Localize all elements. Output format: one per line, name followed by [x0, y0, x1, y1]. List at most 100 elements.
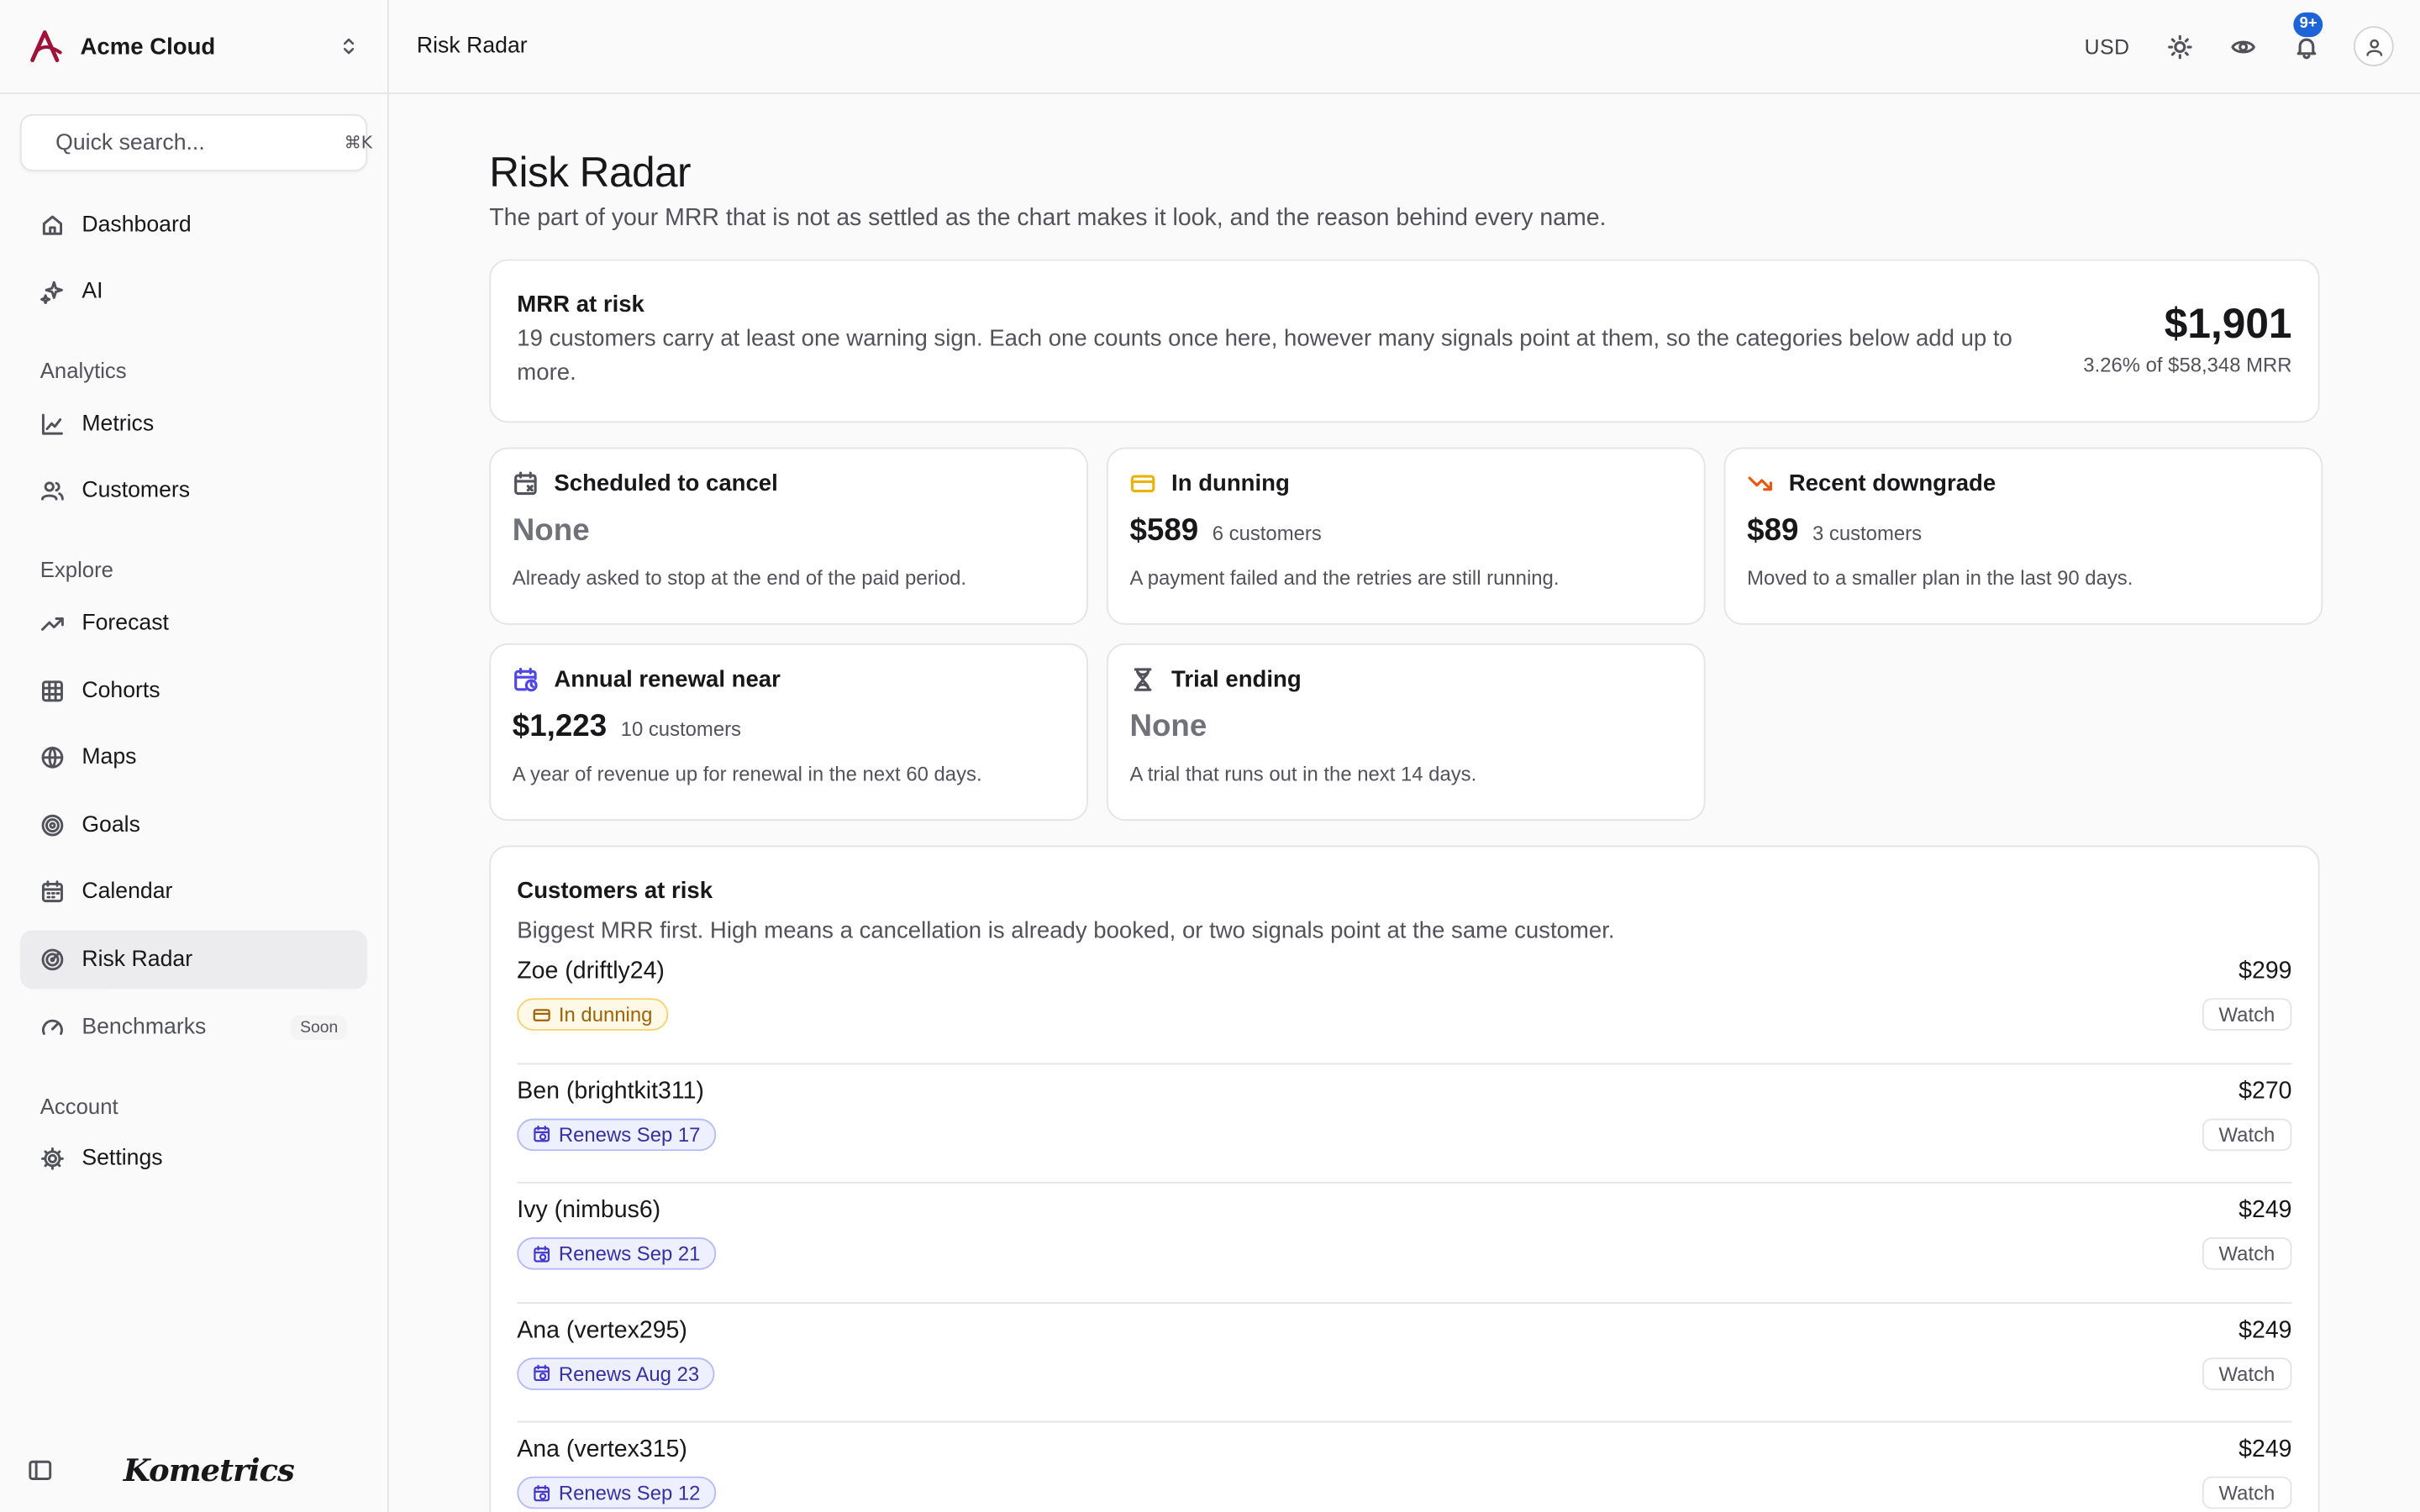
privacy-toggle-button[interactable] [2227, 31, 2258, 62]
category-title: In dunning [1171, 470, 1290, 497]
nav-section-analytics: Analytics [39, 358, 127, 383]
target-icon [41, 814, 64, 837]
sidebar-item-metrics[interactable]: Metrics [20, 395, 367, 454]
watch-button[interactable]: Watch [2202, 1357, 2292, 1389]
currency-selector[interactable]: USD [2085, 34, 2130, 58]
sidebar-item-goals[interactable]: Goals [20, 795, 367, 854]
risk-tag: Renews Sep 12 [517, 1476, 716, 1509]
soon-badge: Soon [291, 1014, 348, 1040]
sidebar-item-forecast[interactable]: Forecast [20, 594, 367, 653]
category-title: Scheduled to cancel [554, 470, 778, 497]
category-value: $589 [1129, 513, 1199, 549]
notification-badge: 9+ [2293, 12, 2323, 38]
search-input[interactable] [55, 130, 345, 155]
watch-button[interactable]: Watch [2202, 1237, 2292, 1270]
user-icon [2365, 38, 2382, 55]
sidebar-item-label: Cohorts [82, 678, 160, 703]
risk-tag: Renews Aug 23 [517, 1357, 715, 1389]
category-title: Recent downgrade [1788, 470, 1996, 497]
calendar-icon [41, 880, 63, 903]
sidebar-nav: Dashboard AI Analytics Metrics Customers… [0, 171, 387, 1189]
sidebar-item-cohorts[interactable]: Cohorts [20, 661, 367, 720]
risk-tag: Renews Sep 21 [517, 1237, 716, 1270]
risk-tag-label: Renews Sep 12 [558, 1481, 701, 1504]
credit-card-icon [533, 1008, 550, 1021]
customer-mrr: $270 [2238, 1077, 2292, 1105]
sidebar-item-label: Maps [82, 745, 137, 770]
sidebar-item-label: Forecast [82, 611, 169, 636]
category-description: A trial that runs out in the next 14 day… [1129, 762, 1477, 785]
list-title: Customers at risk [517, 878, 713, 905]
category-card-annual-renewal-near[interactable]: Annual renewal near $1,223 10 customers … [489, 643, 1088, 822]
users-icon [41, 482, 64, 501]
sparkles-icon [40, 281, 63, 305]
category-card-trial-ending[interactable]: Trial ending None A trial that runs out … [1106, 643, 1706, 822]
table-row[interactable]: Ana (vertex315) Renews Sep 12 $249 Watch [517, 1422, 2292, 1512]
customers-at-risk-card: Customers at risk Biggest MRR first. Hig… [489, 845, 2320, 1512]
category-card-recent-downgrade[interactable]: Recent downgrade $89 3 customers Moved t… [1723, 447, 2323, 625]
customer-name[interactable]: Zoe (driftly24) [517, 958, 668, 986]
customer-mrr: $249 [2238, 1316, 2292, 1343]
table-row[interactable]: Ben (brightkit311) Renews Sep 17 $270 Wa… [517, 1063, 2292, 1184]
customer-mrr: $249 [2238, 1436, 2292, 1463]
top-actions: USD 9+ [2085, 12, 2394, 66]
category-description: Already asked to stop at the end of the … [512, 566, 967, 590]
quick-search[interactable]: ⌘K [19, 113, 372, 171]
sidebar-item-dashboard[interactable]: Dashboard [20, 196, 367, 255]
category-card-in-dunning[interactable]: In dunning $589 6 customers A payment fa… [1106, 447, 1706, 625]
sidebar-item-ai[interactable]: AI [20, 263, 367, 322]
sun-icon [2167, 34, 2191, 59]
category-card-scheduled-to-cancel[interactable]: Scheduled to cancel None Already asked t… [489, 447, 1088, 625]
notifications-button[interactable]: 9+ [2291, 12, 2323, 62]
watch-button[interactable]: Watch [2202, 1476, 2292, 1509]
sidebar-item-label: Risk Radar [82, 947, 193, 973]
sidebar-item-calendar[interactable]: Calendar [20, 863, 367, 921]
list-description: Biggest MRR first. High means a cancella… [517, 917, 1615, 945]
sidebar-item-label: Settings [82, 1146, 163, 1172]
risk-tag-label: Renews Aug 23 [558, 1361, 700, 1385]
table-row[interactable]: Zoe (driftly24) In dunning $299 Watch [517, 944, 2292, 1064]
sidebar-item-customers[interactable]: Customers [20, 462, 367, 521]
table-row[interactable]: Ivy (nimbus6) Renews Sep 21 $249 Watch [517, 1184, 2292, 1304]
sidebar-item-risk-radar[interactable]: Risk Radar [19, 930, 368, 990]
sidebar-item-label: Calendar [82, 879, 173, 905]
sidebar-item-label: Benchmarks [82, 1014, 207, 1040]
category-description: Moved to a smaller plan in the last 90 d… [1747, 566, 2133, 590]
customer-name[interactable]: Ana (vertex315) [517, 1436, 716, 1464]
sidebar-item-maps[interactable]: Maps [20, 728, 367, 787]
theme-toggle-button[interactable] [2164, 31, 2195, 62]
chevron-up-down-icon [343, 38, 355, 55]
table-row[interactable]: Ana (vertex295) Renews Aug 23 $249 Watch [517, 1303, 2292, 1423]
calendar-x-icon [514, 471, 537, 496]
trending-up-icon [41, 617, 64, 631]
org-switcher[interactable]: Acme Cloud [0, 0, 388, 95]
main-area: Risk Radar USD 9+ Risk Radar The part of… [388, 0, 2420, 1512]
page-subtitle: The part of your MRR that is not as sett… [489, 205, 1607, 232]
acme-logo-icon [30, 30, 62, 63]
summary-description: 19 customers carry at least one warning … [517, 325, 2012, 386]
watch-button[interactable]: Watch [2202, 1117, 2292, 1151]
calendar-clock-icon [534, 1125, 550, 1142]
sidebar-item-settings[interactable]: Settings [20, 1130, 367, 1189]
sidebar-item-label: Goals [82, 812, 140, 837]
sidebar-toggle-icon[interactable] [28, 1458, 52, 1483]
radar-icon [41, 948, 64, 971]
customer-name[interactable]: Ivy (nimbus6) [517, 1197, 716, 1225]
risk-tag-label: Renews Sep 21 [558, 1242, 701, 1266]
category-value: $89 [1747, 513, 1799, 549]
nav-section-account: Account [39, 1093, 118, 1118]
risk-categories: Scheduled to cancel None Already asked t… [489, 447, 2323, 822]
customer-name[interactable]: Ana (vertex295) [517, 1317, 714, 1345]
customer-name[interactable]: Ben (brightkit311) [517, 1078, 716, 1105]
risk-tag-label: In dunning [558, 1002, 653, 1026]
mrr-at-risk-value: $1,901 [2164, 301, 2292, 348]
risk-tag: In dunning [517, 998, 668, 1031]
category-count: 3 customers [1812, 521, 1923, 545]
calendar-clock-icon [534, 1245, 550, 1262]
summary-title: MRR at risk [517, 291, 644, 318]
globe-icon [41, 747, 64, 769]
sidebar-item-benchmarks[interactable]: Benchmarks Soon [20, 997, 367, 1056]
category-title: Trial ending [1171, 666, 1302, 693]
avatar[interactable] [2353, 26, 2394, 66]
watch-button[interactable]: Watch [2202, 998, 2292, 1031]
